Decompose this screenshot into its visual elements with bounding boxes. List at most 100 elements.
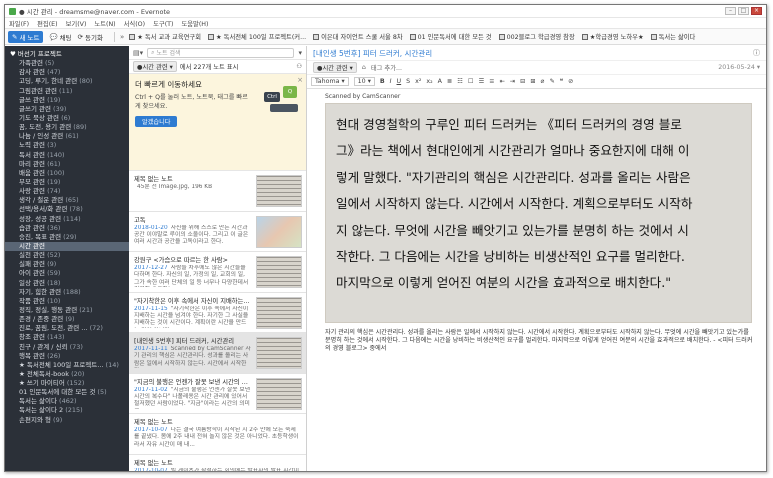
shortcut-3[interactable]: 이은대 자이언트 스쿨 서울 8차: [313, 32, 403, 41]
shortcut-1[interactable]: ★ 독서 교과 교육연구회: [129, 32, 201, 41]
sidebar-item[interactable]: 존경 / 존중 관련 (9): [5, 315, 129, 324]
note-list-item[interactable]: [내인생 5번후] 피터 드러커, 시간관리 2017-11-11 Scanned …: [129, 333, 306, 374]
sidebar-item[interactable]: ♥ 버선기 프로젝트: [5, 50, 129, 59]
format-button[interactable]: ⇥: [510, 78, 515, 85]
format-button[interactable]: ❝: [560, 78, 563, 85]
format-button[interactable]: x₂: [426, 78, 432, 85]
sync-button[interactable]: ⟳ 동기화: [78, 32, 103, 42]
note-list-item[interactable]: 제목 없는 노트 45분 전 Image.jpg, 196 KB: [129, 171, 306, 212]
sidebar-item[interactable]: 마리 관련 (61): [5, 160, 129, 169]
font-size-select[interactable]: 10 ▾: [353, 77, 375, 86]
format-button[interactable]: ✎: [549, 78, 554, 85]
format-button[interactable]: ≡: [489, 78, 494, 85]
sidebar-item[interactable]: 승진, 목표 관련 (29): [5, 233, 129, 242]
sidebar-item[interactable]: 아이 관련 (59): [5, 269, 129, 278]
sidebar-item[interactable]: 가족관련 (5): [5, 59, 129, 68]
format-button[interactable]: ⊘: [568, 78, 573, 85]
sidebar-item[interactable]: 성장, 성공 관련 (114): [5, 215, 129, 224]
note-list-item[interactable]: 제목 없는 노트 2017-10-07 나는 결국 여름방학이 시작된 지 2주 만…: [129, 414, 306, 455]
sidebar-item[interactable]: 기도 묵상 관련 (6): [5, 114, 129, 123]
sidebar-item[interactable]: 시간 관련: [5, 241, 129, 252]
share-notebook-icon[interactable]: ⚇: [296, 63, 302, 70]
shortcut-5[interactable]: 002블로그 학급경영 참장: [498, 32, 575, 41]
format-button[interactable]: ☰: [479, 78, 485, 85]
chat-button[interactable]: 💬 채팅: [49, 32, 71, 42]
shortcut-7[interactable]: 독서는 삶이다: [650, 32, 695, 41]
sidebar-item[interactable]: 글쓰 관련 (19): [5, 96, 129, 105]
new-note-button[interactable]: ✎ 새 노트: [8, 30, 44, 43]
sidebar-item[interactable]: ★ 전체독서-book (20): [5, 370, 129, 379]
note-list-item[interactable]: 강원구 <가슴으로 따르는 한 사람> 2017-12-27 사람들 차후에도 많은…: [129, 252, 306, 293]
format-button[interactable]: ⇤: [500, 78, 505, 85]
sidebar-item[interactable]: 독서 관련 (140): [5, 151, 129, 160]
menu-edit[interactable]: 편집(E): [37, 19, 57, 28]
menu-tools[interactable]: 도구(T): [153, 19, 173, 28]
shortcut-4[interactable]: 01 인문독서에 대한 모든 것: [409, 32, 492, 41]
sidebar-item[interactable]: 배움 관련 (100): [5, 169, 129, 178]
sidebar-item[interactable]: 행복 관련 (26): [5, 352, 129, 361]
sidebar-item[interactable]: 창조 관련 (143): [5, 333, 129, 342]
sidebar-item[interactable]: 독서는 삶이다 2 (215): [5, 406, 129, 415]
format-button[interactable]: ⊟: [520, 78, 525, 85]
menu-note[interactable]: 노트(N): [94, 19, 115, 28]
search-input[interactable]: ⌕ 노트 검색: [147, 47, 295, 58]
close-icon[interactable]: ×: [297, 76, 303, 84]
sidebar-item[interactable]: 독서는 삶이다 (462): [5, 397, 129, 406]
sidebar-item[interactable]: 생각 / 철운 관련 (65): [5, 196, 129, 205]
menu-format[interactable]: 서식(O): [124, 19, 145, 28]
menu-file[interactable]: 파일(F): [9, 19, 29, 28]
sidebar-item[interactable]: 꿈, 도전, 용기 관련 (89): [5, 123, 129, 132]
sidebar-item[interactable]: ★ 쓰기 마이티어 (152): [5, 379, 129, 388]
note-title[interactable]: [내인생 5번후] 피터 드러커, 시간관리: [313, 48, 432, 59]
sidebar-item[interactable]: 진로, 꿈림, 도전, 관련 ... (72): [5, 324, 129, 333]
editor-body[interactable]: Scanned by CamScanner 현대 경영철학의 구루인 피터 드러…: [307, 89, 766, 471]
view-options-icon[interactable]: ▤▾: [133, 49, 143, 57]
tag-input[interactable]: 태그 추가...: [371, 63, 402, 72]
shortcut-2[interactable]: ★ 독서전체 100일 프로젝트(커...: [208, 32, 306, 41]
format-button[interactable]: A: [438, 78, 442, 85]
format-button[interactable]: S: [406, 78, 410, 85]
format-button[interactable]: x²: [415, 78, 421, 85]
maximize-button[interactable]: □: [738, 7, 749, 15]
sidebar-item[interactable]: 선택/용서/화 관련 (78): [5, 205, 129, 214]
sidebar-item[interactable]: 정직, 정실, 행동 관련 (21): [5, 306, 129, 315]
note-list-item[interactable]: 고독 2018-01-20 자신을 위해 스스로 만든 시간과 공간 이야말로 루이…: [129, 212, 306, 252]
format-button[interactable]: ⊞: [530, 78, 535, 85]
minimize-button[interactable]: –: [725, 7, 736, 15]
format-button[interactable]: B: [380, 78, 385, 85]
format-button[interactable]: ⌀: [541, 78, 545, 85]
menu-view[interactable]: 보기(V): [66, 19, 87, 28]
sidebar-item[interactable]: 사랑 관련 (74): [5, 187, 129, 196]
sidebar-item[interactable]: 작품 관련 (10): [5, 297, 129, 306]
sidebar-item[interactable]: 습관 관련 (36): [5, 224, 129, 233]
shortcut-arrow-icon[interactable]: »: [120, 33, 124, 41]
info-icon[interactable]: ⓘ: [753, 48, 760, 58]
close-button[interactable]: ×: [751, 7, 762, 15]
format-button[interactable]: ☐: [468, 78, 474, 85]
notebook-filter[interactable]: ●시간 관련 ▾: [133, 61, 177, 72]
shortcut-6[interactable]: ★학급경영 노하우★: [581, 32, 644, 41]
search-dropdown-icon[interactable]: ▾: [298, 49, 302, 57]
font-select[interactable]: Tahoma ▾: [311, 77, 349, 86]
sidebar-item[interactable]: 실천 관련 (52): [5, 251, 129, 260]
format-button[interactable]: ☷: [457, 78, 463, 85]
sidebar-item[interactable]: 일상 관련 (18): [5, 279, 129, 288]
sidebar-item[interactable]: ★ 독서전체 100일 프로젝트... (14): [5, 361, 129, 370]
sidebar-item[interactable]: 실패 관련 (9): [5, 260, 129, 269]
format-button[interactable]: ≣: [447, 78, 452, 85]
sidebar-item[interactable]: 손편지와 형 (9): [5, 416, 129, 425]
note-list-item[interactable]: "지금의 불행은 언젠가 잘못 보낸 시간의 복수다" 2017-11-02 "지금…: [129, 374, 306, 414]
sidebar-item[interactable]: 그림관련 관련 (11): [5, 87, 129, 96]
sidebar-item[interactable]: 친구 / 관계 / 신뢰 (73): [5, 343, 129, 352]
sidebar-item[interactable]: 고딩, 루기, 한네 관련 (80): [5, 77, 129, 86]
note-notebook-select[interactable]: ●시간 관련 ▾: [313, 62, 357, 73]
sidebar-item[interactable]: 자기, 힘한 관련 (188): [5, 288, 129, 297]
sidebar-item[interactable]: 나눔 / 인성 관련 (61): [5, 132, 129, 141]
note-list-item[interactable]: "자기착한은 이후 속에서 자신이 지배하는 시간을...2017-11-15"…: [129, 293, 306, 333]
sidebar-item[interactable]: 01 인문독서에 대한 모든 것 (5): [5, 388, 129, 397]
menu-help[interactable]: 도움말(H): [181, 19, 208, 28]
sidebar-item[interactable]: 부모 관련 (19): [5, 178, 129, 187]
format-button[interactable]: I: [390, 78, 392, 85]
format-button[interactable]: U: [397, 78, 402, 85]
got-it-button[interactable]: 알겠습니다: [135, 116, 178, 127]
